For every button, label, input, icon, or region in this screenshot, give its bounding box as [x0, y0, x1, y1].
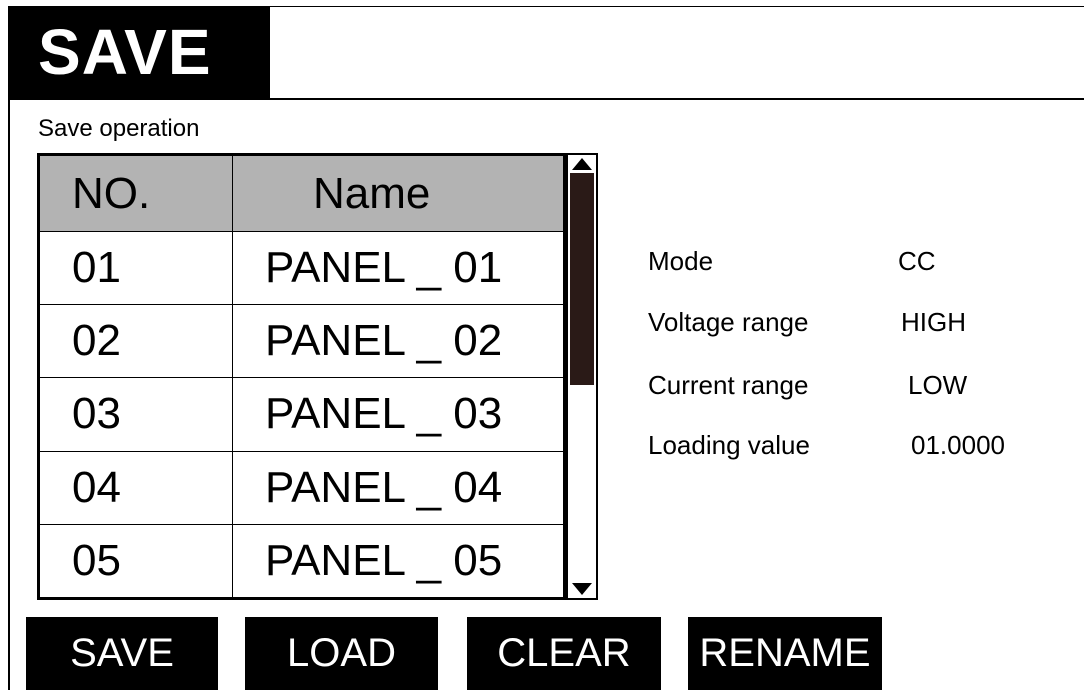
rename-button[interactable]: RENAME [688, 617, 882, 690]
section-label: Save operation [38, 115, 200, 142]
scroll-thumb[interactable] [570, 173, 594, 385]
slot-name: PANEL _ 02 [232, 304, 564, 379]
table-row[interactable]: 04 PANEL _ 04 [39, 450, 564, 525]
voltage-range-label: Voltage range [648, 307, 809, 337]
column-header-no: NO. [39, 155, 233, 232]
table-row[interactable]: 02 PANEL _ 02 [39, 304, 564, 379]
slot-name: PANEL _ 01 [232, 230, 564, 306]
slot-number: 04 [39, 450, 233, 525]
table-scrollbar[interactable] [566, 153, 598, 600]
table-row[interactable]: 03 PANEL _ 03 [39, 377, 564, 452]
slot-number: 01 [39, 230, 233, 306]
current-range-label: Current range [648, 370, 809, 400]
scroll-down-icon[interactable] [570, 582, 594, 596]
column-header-name: Name [232, 155, 564, 232]
slot-name: PANEL _ 04 [232, 450, 564, 525]
current-range-value: LOW [908, 370, 968, 400]
slot-name: PANEL _ 05 [232, 523, 564, 599]
loading-value: 01.0000 [911, 430, 1005, 460]
voltage-range-value: HIGH [901, 307, 966, 337]
slot-number: 05 [39, 523, 233, 599]
clear-button[interactable]: CLEAR [467, 617, 661, 690]
table-header-row: NO. Name [39, 155, 564, 232]
loading-value-label: Loading value [648, 430, 810, 460]
mode-value: CC [898, 246, 936, 276]
table-row[interactable]: 01 PANEL _ 01 [39, 230, 564, 306]
slot-name: PANEL _ 03 [232, 377, 564, 452]
save-slot-table: NO. Name 01 PANEL _ 01 02 PANEL _ 02 03 … [37, 153, 566, 600]
slot-number: 02 [39, 304, 233, 379]
save-button[interactable]: SAVE [26, 617, 218, 690]
page-title: SAVE [8, 6, 270, 99]
table-row[interactable]: 05 PANEL _ 05 [39, 523, 564, 599]
scroll-up-icon[interactable] [570, 157, 594, 171]
load-button[interactable]: LOAD [245, 617, 438, 690]
mode-label: Mode [648, 246, 714, 276]
slot-number: 03 [39, 377, 233, 452]
frame-left-border [8, 6, 10, 690]
